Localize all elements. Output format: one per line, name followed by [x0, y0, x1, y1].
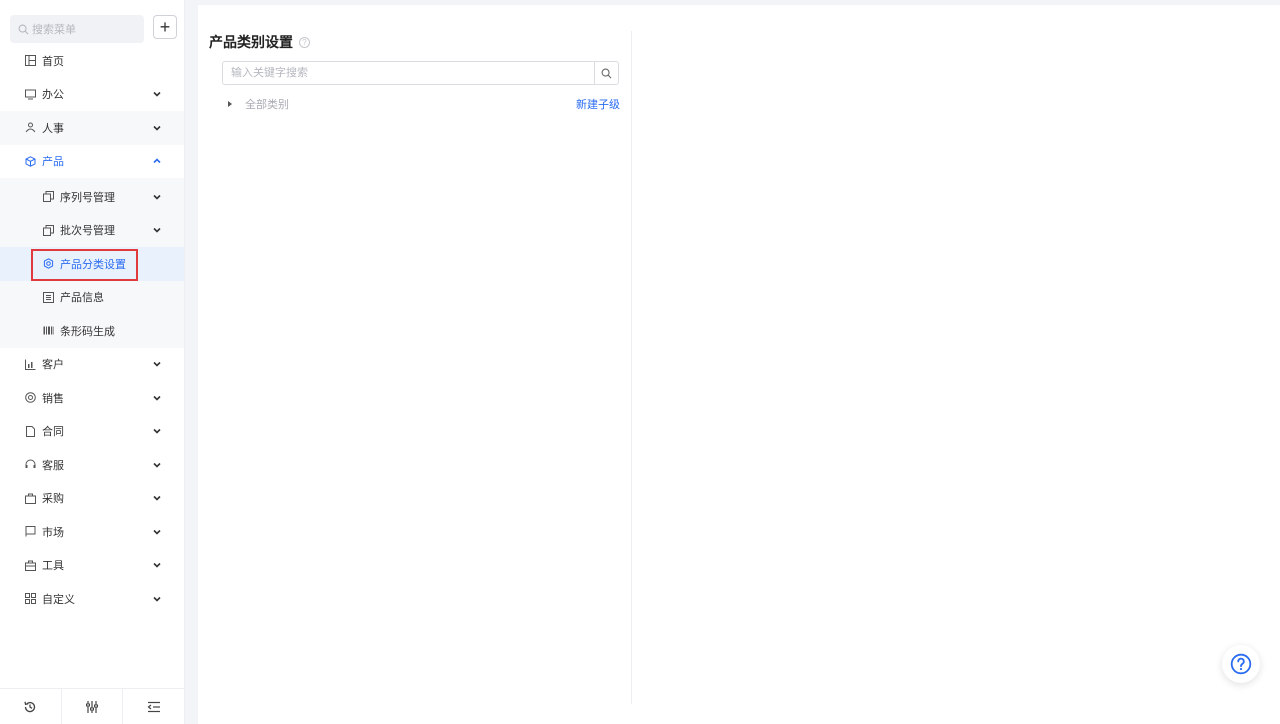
collapse-menu-button[interactable] [123, 689, 184, 724]
nav-item-product-category-settings[interactable]: 产品分类设置 [0, 247, 184, 281]
coin-icon [24, 392, 36, 404]
headset-icon [24, 459, 36, 471]
chevron-down-icon [153, 362, 161, 367]
chevron-down-icon [153, 429, 161, 434]
nav-item-label: 条形码生成 [60, 325, 115, 338]
nav-item-barcode[interactable]: 条形码生成 [0, 314, 184, 348]
chevron-down-icon [153, 596, 161, 602]
nav-item-label: 产品分类设置 [60, 258, 126, 271]
nav-item-hr[interactable]: 人事 [0, 111, 184, 145]
nav-item-custom[interactable]: 自定义 [0, 582, 184, 616]
nav-item-batch-number[interactable]: 批次号管理 [0, 214, 184, 248]
chevron-down-icon [153, 462, 161, 468]
nav-item-label: 市场 [42, 526, 64, 539]
apps-icon [24, 593, 36, 605]
nav-item-label: 客服 [42, 459, 64, 472]
nav-item-product[interactable]: 产品 [0, 145, 184, 179]
nav-item-sales[interactable]: 销售 [0, 381, 184, 415]
toolbox-icon [24, 559, 36, 571]
nav-item-label: 序列号管理 [60, 191, 115, 204]
nav-item-office[interactable]: 办公 [0, 78, 184, 112]
nav-item-market[interactable]: 市场 [0, 515, 184, 549]
nav-item-serial-number[interactable]: 序列号管理 [0, 180, 184, 214]
nav-item-label: 合同 [42, 426, 64, 439]
document-icon [24, 425, 36, 437]
category-search-button[interactable] [594, 62, 618, 84]
chart-icon [24, 358, 36, 370]
category-search-input[interactable] [223, 62, 594, 84]
copy-icon [42, 224, 54, 236]
history-button[interactable] [0, 689, 62, 724]
nav-item-customer[interactable]: 客户 [0, 348, 184, 382]
product-submenu: 序列号管理 批次号管理 产品分类设置 产品信息 条形码生成 [0, 178, 184, 348]
add-menu-button[interactable]: + [153, 15, 177, 39]
help-floating-button[interactable] [1222, 645, 1260, 683]
top-bar [198, 5, 1280, 17]
nav-item-tools[interactable]: 工具 [0, 549, 184, 583]
nav-item-label: 产品信息 [60, 292, 104, 305]
grid-icon [24, 55, 36, 67]
new-child-link[interactable]: 新建子级 [576, 96, 620, 112]
nav-item-label: 人事 [42, 122, 64, 135]
menu-search-input[interactable]: 搜索菜单 [10, 15, 144, 43]
sliders-icon [86, 700, 98, 713]
flag-icon [24, 526, 36, 538]
page-title: 产品类别设置 ? [209, 32, 310, 52]
category-search [222, 61, 619, 85]
gear-icon [42, 258, 54, 270]
page-title-text: 产品类别设置 [209, 34, 293, 50]
nav-item-product-info[interactable]: 产品信息 [0, 281, 184, 315]
collapse-menu-icon [147, 701, 160, 712]
chevron-down-icon [153, 563, 161, 568]
sidebar: 搜索菜单 + 首页 办公 人事 产品 序列号管理 批次号管理 产品分类设置 产品… [0, 0, 185, 724]
nav-item-label: 办公 [42, 89, 64, 102]
nav-item-label: 采购 [42, 493, 64, 506]
caret-right-icon[interactable] [228, 101, 232, 107]
nav-item-label: 客户 [42, 359, 64, 372]
nav-item-contract[interactable]: 合同 [0, 415, 184, 449]
question-circle-icon [1230, 653, 1252, 675]
chevron-down-icon [153, 92, 161, 97]
cube-icon [24, 155, 36, 167]
nav-item-label: 工具 [42, 560, 64, 573]
nav-item-purchase[interactable]: 采购 [0, 482, 184, 516]
barcode-icon [42, 325, 54, 337]
nav-item-label: 自定义 [42, 593, 75, 606]
tree-node-label[interactable]: 全部类别 [245, 96, 289, 112]
history-icon [24, 701, 36, 712]
monitor-icon [24, 88, 36, 100]
chevron-down-icon [153, 395, 161, 401]
tree-node-root[interactable]: 全部类别 新建子级 [228, 97, 620, 111]
copy-icon [42, 191, 54, 203]
nav-item-label: 产品 [42, 156, 64, 169]
chevron-down-icon [153, 125, 161, 131]
nav-item-service[interactable]: 客服 [0, 448, 184, 482]
list-icon [42, 291, 54, 303]
help-circle-icon[interactable]: ? [299, 36, 310, 48]
main-panel: 产品类别设置 ? 全部类别 新建子级 [198, 17, 1280, 724]
nav-item-home[interactable]: 首页 [0, 44, 184, 78]
people-icon [24, 122, 36, 134]
panel-divider [631, 31, 632, 704]
sidebar-footer [0, 688, 184, 724]
bag-icon [24, 492, 36, 504]
nav-item-label: 批次号管理 [60, 225, 115, 238]
nav-menu: 首页 办公 人事 产品 序列号管理 批次号管理 产品分类设置 产品信息 条形码生… [0, 44, 184, 616]
chevron-down-icon [153, 228, 161, 233]
chevron-down-icon [153, 194, 161, 200]
search-icon [18, 24, 29, 34]
menu-search-placeholder: 搜索菜单 [32, 24, 76, 36]
search-icon [601, 68, 612, 78]
nav-item-label: 首页 [42, 55, 64, 68]
chevron-down-icon [153, 529, 161, 535]
chevron-down-icon [153, 496, 161, 501]
settings-button[interactable] [62, 689, 124, 724]
nav-item-label: 销售 [42, 392, 64, 405]
chevron-up-icon [153, 158, 161, 164]
